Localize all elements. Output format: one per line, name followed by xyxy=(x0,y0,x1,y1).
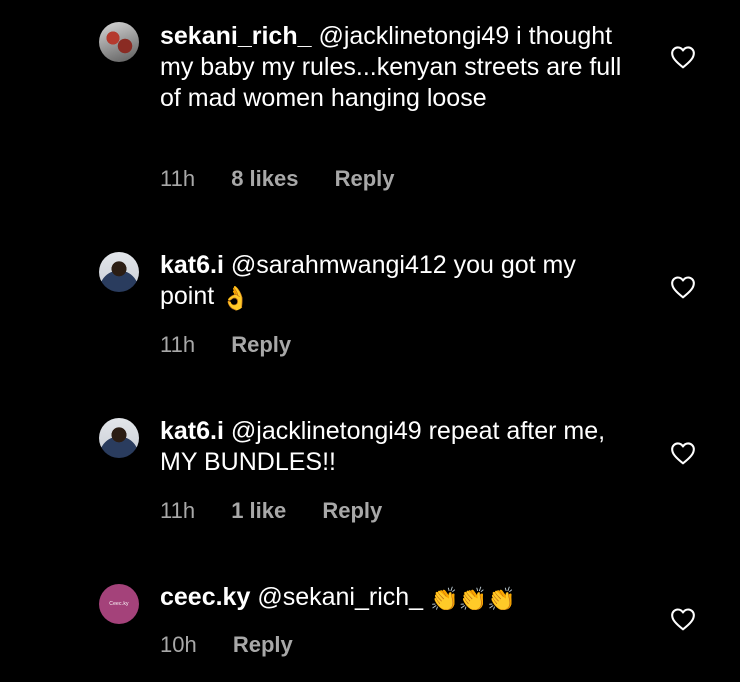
comment-meta: 11h Reply xyxy=(160,332,321,358)
comment-username[interactable]: sekani_rich_ xyxy=(160,22,312,50)
comment-body: @sekani_rich_ xyxy=(250,583,431,611)
reply-button[interactable]: Reply xyxy=(322,498,382,523)
heart-icon[interactable] xyxy=(670,45,696,69)
avatar-label: Ceec.ky xyxy=(109,601,129,607)
avatar[interactable]: Ceec.ky xyxy=(99,584,139,624)
comment-text: kat6.i @jacklinetongi49 repeat after me,… xyxy=(160,416,630,478)
comment-username[interactable]: ceec.ky xyxy=(160,583,250,611)
likes-count[interactable]: 1 like xyxy=(231,498,286,523)
comment-body: @jacklinetongi49 repeat after me, MY BUN… xyxy=(160,417,606,476)
reply-button[interactable]: Reply xyxy=(233,632,293,657)
comment-timestamp: 10h xyxy=(160,632,197,657)
comment-meta: 11h 8 likes Reply xyxy=(160,166,425,192)
comment-username[interactable]: kat6.i xyxy=(160,417,224,445)
likes-count[interactable]: 8 likes xyxy=(231,166,298,191)
reply-button[interactable]: Reply xyxy=(231,332,291,357)
avatar[interactable] xyxy=(99,418,139,458)
reply-button[interactable]: Reply xyxy=(335,166,395,191)
clapping-hands-emoji: 👏👏👏 xyxy=(430,586,516,612)
comment-text: kat6.i @sarahmwangi412 you got my point … xyxy=(160,250,630,312)
avatar[interactable] xyxy=(99,22,139,62)
comment-timestamp: 11h xyxy=(160,498,196,523)
comment-text: ceec.ky @sekani_rich_ 👏👏👏 xyxy=(160,582,630,613)
comment-timestamp: 11h xyxy=(160,166,196,191)
comment-text: sekani_rich_ @jacklinetongi49 i thought … xyxy=(160,21,630,114)
comment-meta: 10h Reply xyxy=(160,632,323,658)
heart-icon[interactable] xyxy=(670,441,696,465)
heart-icon[interactable] xyxy=(670,275,696,299)
comment-username[interactable]: kat6.i xyxy=(160,251,224,279)
comment-timestamp: 11h xyxy=(160,332,196,357)
comment-meta: 11h 1 like Reply xyxy=(160,498,412,524)
ok-hand-emoji: 👌 xyxy=(221,285,250,311)
avatar[interactable] xyxy=(99,252,139,292)
heart-icon[interactable] xyxy=(670,607,696,631)
